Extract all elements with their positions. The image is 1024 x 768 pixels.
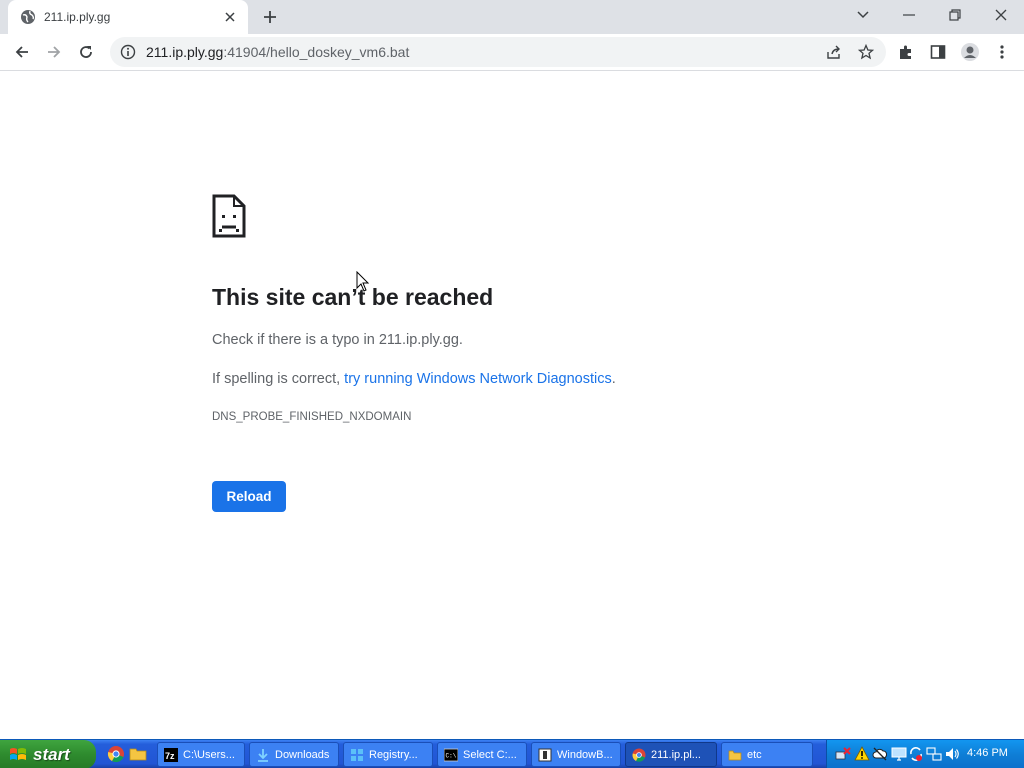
tab-search-button[interactable] (840, 0, 886, 30)
taskbar-item-windowb[interactable]: WindowB... (531, 742, 621, 767)
url-host: 211.ip.ply.gg (146, 44, 224, 60)
taskbar-item-label: etc (747, 748, 762, 761)
arrow-left-icon (15, 46, 28, 58)
diagnostics-prefix: If spelling is correct, (212, 371, 345, 387)
start-label: start (33, 744, 70, 764)
new-tab-button[interactable] (258, 6, 282, 28)
taskbar-item-label: Select C:... (463, 748, 517, 761)
svg-text:C:\: C:\ (446, 752, 457, 759)
menu-button[interactable] (988, 38, 1016, 66)
more-vert-icon (1000, 45, 1004, 59)
forward-button[interactable] (40, 38, 68, 66)
address-bar[interactable]: 211.ip.ply.gg:41904/hello_doskey_vm6.bat (110, 37, 886, 67)
sync-error-icon[interactable] (908, 746, 924, 762)
display-icon[interactable] (891, 746, 907, 762)
error-code: DNS_PROBE_FINISHED_NXDOMAIN (212, 411, 412, 423)
download-icon (256, 748, 270, 762)
start-button[interactable]: start (0, 740, 96, 768)
taskbar-item-label: C:\Users... (183, 748, 235, 761)
browser-toolbar: 211.ip.ply.gg:41904/hello_doskey_vm6.bat (0, 34, 1024, 71)
url-path: :41904/hello_doskey_vm6.bat (223, 44, 410, 60)
share-icon (827, 45, 840, 59)
chevron-down-icon (857, 11, 869, 19)
side-panel-icon (930, 45, 946, 59)
tab-strip: 211.ip.ply.gg (0, 0, 1024, 34)
arrow-right-icon (48, 46, 61, 58)
cmd-icon: C:\ (444, 748, 458, 762)
system-tray: 4:46 PM (826, 740, 1024, 768)
restore-icon (949, 9, 961, 21)
taskbar-item-registry[interactable]: Registry... (343, 742, 433, 767)
taskbar-item-label: Downloads (275, 748, 330, 761)
taskbar-item-label: 211.ip.pl... (651, 748, 701, 761)
restore-button[interactable] (932, 0, 978, 30)
close-icon (995, 9, 1007, 21)
tab-title: 211.ip.ply.gg (44, 10, 111, 24)
svg-text:7z: 7z (165, 751, 175, 761)
7zip-icon: 7z (164, 747, 178, 762)
taskbar-item-etc[interactable]: etc (721, 742, 813, 767)
reload-toolbar-button[interactable] (72, 38, 100, 66)
folder-icon (728, 748, 742, 762)
side-panel-button[interactable] (924, 38, 952, 66)
window-icon (538, 748, 552, 762)
taskbar-item-7zip[interactable]: 7z C:\Users... (157, 742, 245, 767)
reload-button[interactable]: Reload (212, 481, 286, 512)
taskbar-item-label: WindowB... (557, 748, 613, 761)
network-diagnostics-link[interactable]: try running Windows Network Diagnostics (344, 371, 612, 387)
avatar-icon (961, 43, 979, 61)
globe-icon (20, 9, 36, 25)
warning-icon[interactable] (854, 746, 870, 762)
share-button[interactable] (820, 37, 848, 67)
error-title: This site can’t be reached (212, 284, 494, 310)
quicklaunch-chrome-icon[interactable] (107, 745, 125, 763)
reload-icon (80, 46, 92, 58)
chrome-icon (632, 748, 646, 762)
page-content: This site can’t be reached Check if ther… (0, 71, 1024, 739)
typo-suggestion: Check if there is a typo in 211.ip.ply.g… (212, 332, 463, 348)
minimize-button[interactable] (886, 0, 932, 30)
cloud-off-icon[interactable] (872, 746, 888, 762)
taskbar-item-label: Registry... (369, 748, 418, 761)
browser-tab[interactable]: 211.ip.ply.gg (8, 0, 248, 34)
plus-icon (264, 11, 276, 23)
taskbar-item-chrome[interactable]: 211.ip.pl... (625, 742, 717, 767)
back-button[interactable] (8, 38, 36, 66)
taskbar-item-downloads[interactable]: Downloads (249, 742, 339, 767)
sad-document-icon (212, 194, 246, 238)
puzzle-icon (900, 45, 911, 59)
tab-close-icon[interactable] (222, 9, 238, 25)
profile-button[interactable] (956, 38, 984, 66)
taskbar: start 7z C:\Users... Downloads Registry.… (0, 739, 1024, 768)
diagnostics-suffix: . (611, 371, 616, 387)
registry-icon (350, 748, 364, 762)
screen: 211.ip.ply.gg 211.ip.ply.gg:41904/hello_… (0, 0, 1024, 768)
url-text: 211.ip.ply.gg:41904/hello_doskey_vm6.bat (146, 44, 409, 60)
taskbar-item-cmd[interactable]: C:\ Select C:... (437, 742, 527, 767)
network-error-icon[interactable] (835, 746, 851, 762)
windows-flag-icon (9, 746, 27, 764)
diagnostics-suggestion: If spelling is correct, try running Wind… (212, 371, 616, 387)
volume-icon[interactable] (944, 746, 960, 762)
star-icon (858, 44, 874, 60)
mouse-cursor-icon (356, 270, 370, 293)
bookmark-button[interactable] (852, 37, 880, 67)
info-icon[interactable] (120, 44, 136, 60)
network-icon[interactable] (926, 746, 942, 762)
minimize-icon (903, 14, 915, 16)
close-button[interactable] (978, 0, 1024, 30)
extensions-button[interactable] (892, 38, 920, 66)
quicklaunch-folder-icon[interactable] (129, 745, 147, 763)
clock[interactable]: 4:46 PM (967, 747, 1008, 759)
